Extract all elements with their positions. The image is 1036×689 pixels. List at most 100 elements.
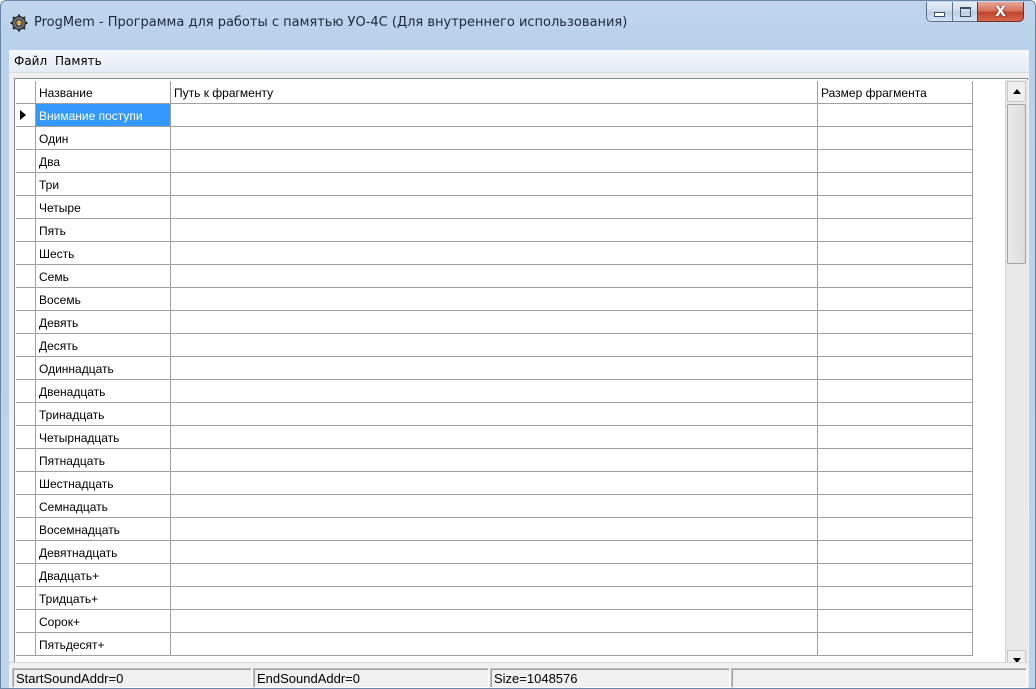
- cell-name[interactable]: Один: [36, 127, 171, 150]
- cell-name[interactable]: Двадцать+: [36, 564, 171, 587]
- row-header[interactable]: [16, 311, 36, 334]
- cell-size[interactable]: [818, 564, 973, 587]
- cell-size[interactable]: [818, 518, 973, 541]
- cell-size[interactable]: [818, 104, 973, 127]
- row-header[interactable]: [16, 127, 36, 150]
- table-row[interactable]: Семь: [16, 265, 974, 288]
- scroll-up-button[interactable]: [1007, 81, 1026, 102]
- cell-name[interactable]: Три: [36, 173, 171, 196]
- table-row[interactable]: Одиннадцать: [16, 357, 974, 380]
- cell-size[interactable]: [818, 495, 973, 518]
- cell-path[interactable]: [171, 564, 818, 587]
- cell-name[interactable]: Внимание поступи: [36, 104, 171, 127]
- maximize-button[interactable]: [952, 2, 978, 22]
- cell-name[interactable]: Шестнадцать: [36, 472, 171, 495]
- cell-path[interactable]: [171, 242, 818, 265]
- vertical-scrollbar[interactable]: [1005, 80, 1028, 672]
- cell-size[interactable]: [818, 219, 973, 242]
- cell-size[interactable]: [818, 472, 973, 495]
- cell-path[interactable]: [171, 403, 818, 426]
- table-row[interactable]: Пять: [16, 219, 974, 242]
- cell-path[interactable]: [171, 288, 818, 311]
- cell-name[interactable]: Восемь: [36, 288, 171, 311]
- table-row[interactable]: Три: [16, 173, 974, 196]
- cell-name[interactable]: Пятнадцать: [36, 449, 171, 472]
- table-row[interactable]: Тридцать+: [16, 587, 974, 610]
- table-row[interactable]: Два: [16, 150, 974, 173]
- row-header[interactable]: [16, 518, 36, 541]
- table-row[interactable]: Двадцать+: [16, 564, 974, 587]
- cell-size[interactable]: [818, 426, 973, 449]
- cell-path[interactable]: [171, 357, 818, 380]
- cell-path[interactable]: [171, 587, 818, 610]
- row-header[interactable]: [16, 219, 36, 242]
- cell-path[interactable]: [171, 334, 818, 357]
- cell-size[interactable]: [818, 633, 973, 656]
- cell-name[interactable]: Одиннадцать: [36, 357, 171, 380]
- table-row[interactable]: Шесть: [16, 242, 974, 265]
- table-row[interactable]: Шестнадцать: [16, 472, 974, 495]
- cell-size[interactable]: [818, 196, 973, 219]
- row-header[interactable]: [16, 357, 36, 380]
- cell-size[interactable]: [818, 449, 973, 472]
- cell-path[interactable]: [171, 633, 818, 656]
- cell-path[interactable]: [171, 541, 818, 564]
- cell-size[interactable]: [818, 242, 973, 265]
- cell-path[interactable]: [171, 449, 818, 472]
- cell-size[interactable]: [818, 334, 973, 357]
- row-header[interactable]: [16, 403, 36, 426]
- cell-size[interactable]: [818, 357, 973, 380]
- cell-name[interactable]: Семнадцать: [36, 495, 171, 518]
- cell-name[interactable]: Два: [36, 150, 171, 173]
- cell-size[interactable]: [818, 403, 973, 426]
- row-header[interactable]: [16, 288, 36, 311]
- cell-path[interactable]: [171, 219, 818, 242]
- row-header[interactable]: [16, 242, 36, 265]
- table-row[interactable]: Девять: [16, 311, 974, 334]
- cell-name[interactable]: Тринадцать: [36, 403, 171, 426]
- row-header[interactable]: [16, 196, 36, 219]
- cell-name[interactable]: Пять: [36, 219, 171, 242]
- row-header[interactable]: [16, 610, 36, 633]
- column-header-size[interactable]: Размер фрагмента: [818, 81, 973, 104]
- cell-size[interactable]: [818, 127, 973, 150]
- cell-path[interactable]: [171, 426, 818, 449]
- row-header[interactable]: [16, 564, 36, 587]
- cell-size[interactable]: [818, 587, 973, 610]
- row-header[interactable]: [16, 150, 36, 173]
- table-row[interactable]: Восемнадцать: [16, 518, 974, 541]
- cell-path[interactable]: [171, 380, 818, 403]
- cell-name[interactable]: Пятьдесят+: [36, 633, 171, 656]
- cell-path[interactable]: [171, 150, 818, 173]
- cell-size[interactable]: [818, 288, 973, 311]
- cell-path[interactable]: [171, 104, 818, 127]
- table-row[interactable]: Двенадцать: [16, 380, 974, 403]
- cell-path[interactable]: [171, 495, 818, 518]
- table-row[interactable]: Сорок+: [16, 610, 974, 633]
- row-header[interactable]: [16, 472, 36, 495]
- cell-path[interactable]: [171, 311, 818, 334]
- gear-app-icon[interactable]: [10, 14, 28, 32]
- cell-name[interactable]: Шесть: [36, 242, 171, 265]
- column-header-path[interactable]: Путь к фрагменту: [171, 81, 818, 104]
- cell-size[interactable]: [818, 265, 973, 288]
- table-row[interactable]: Девятнадцать: [16, 541, 974, 564]
- row-header[interactable]: [16, 541, 36, 564]
- table-row[interactable]: Один: [16, 127, 974, 150]
- row-header[interactable]: [16, 633, 36, 656]
- menu-memory[interactable]: Память: [55, 54, 102, 68]
- row-header[interactable]: [16, 587, 36, 610]
- menu-file[interactable]: Файл: [14, 54, 47, 68]
- cell-name[interactable]: Тридцать+: [36, 587, 171, 610]
- cell-size[interactable]: [818, 380, 973, 403]
- row-header[interactable]: [16, 173, 36, 196]
- column-header-name[interactable]: Название: [36, 81, 171, 104]
- table-row[interactable]: Семнадцать: [16, 495, 974, 518]
- row-header[interactable]: [16, 380, 36, 403]
- cell-name[interactable]: Восемнадцать: [36, 518, 171, 541]
- title-bar[interactable]: ProgMem - Программа для работы с памятью…: [1, 1, 1035, 50]
- cell-size[interactable]: [818, 541, 973, 564]
- cell-name[interactable]: Четыре: [36, 196, 171, 219]
- cell-size[interactable]: [818, 150, 973, 173]
- table-row[interactable]: Десять: [16, 334, 974, 357]
